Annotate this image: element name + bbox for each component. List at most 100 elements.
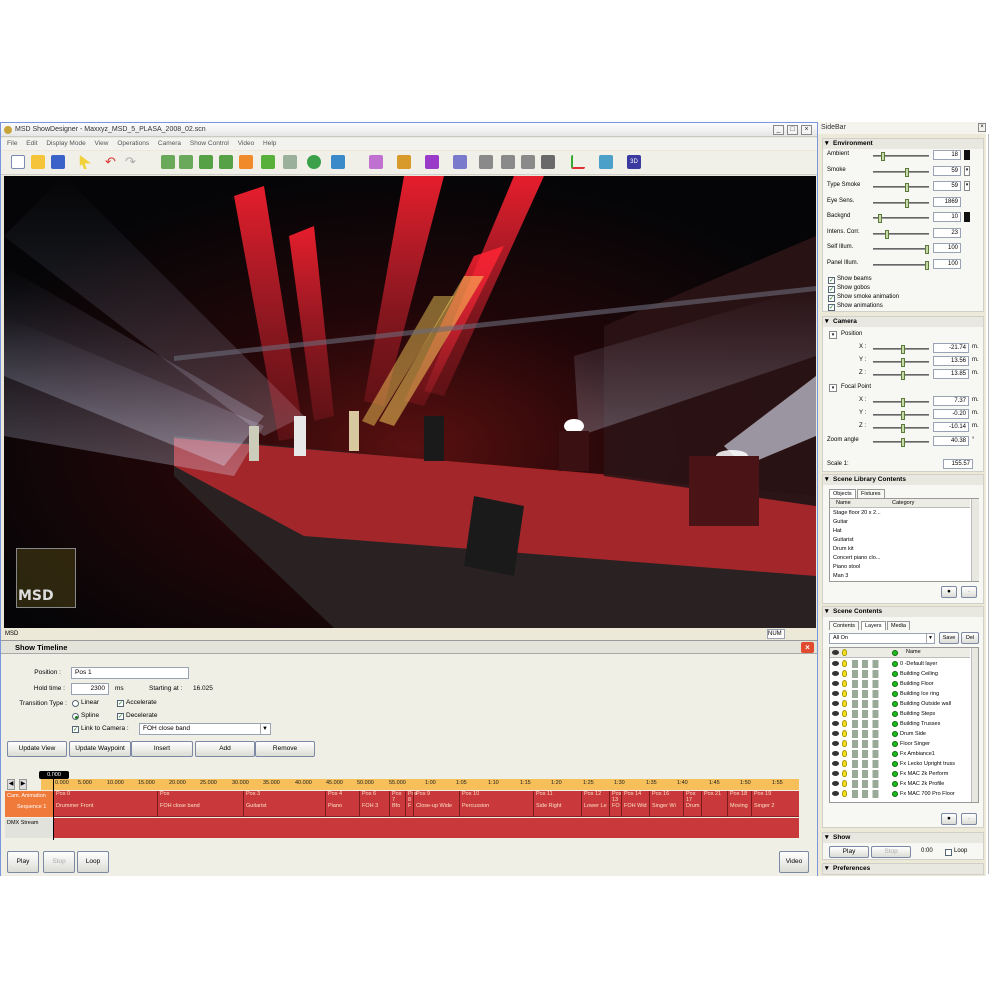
list-item[interactable]: Drum kit — [830, 545, 960, 554]
position-collapse-icon[interactable]: ▾ — [829, 331, 837, 339]
chevron-down-icon[interactable]: ▼ — [260, 724, 269, 734]
pos-x-slider[interactable] — [873, 345, 929, 354]
camera-header[interactable]: Camera — [823, 317, 983, 327]
layer-status-icon[interactable] — [892, 691, 898, 697]
layer-row[interactable]: Drum Side — [830, 729, 960, 739]
timeline-segment[interactable]: Pos 14 FOH Wid — [621, 791, 649, 817]
layer-lock-icons[interactable] — [852, 790, 882, 798]
simulation-icon[interactable] — [599, 155, 613, 169]
ambient-value[interactable]: 18 — [933, 150, 961, 160]
backgnd-color-swatch[interactable] — [964, 212, 970, 222]
beam-icon[interactable] — [479, 155, 493, 169]
refresh-icon[interactable] — [261, 155, 275, 169]
tab-layers[interactable]: Layers — [861, 621, 886, 630]
layer-status-icon[interactable] — [892, 751, 898, 757]
menu-file[interactable]: File — [7, 140, 17, 147]
list-item[interactable]: Hat — [830, 527, 960, 536]
show-header[interactable]: Show — [823, 833, 983, 843]
timeline-segment[interactable]: Pos 12 Lower Le — [581, 791, 609, 817]
show-loop-checkbox[interactable] — [945, 849, 952, 856]
playhead[interactable] — [53, 773, 54, 840]
redo-icon[interactable]: ↷ — [125, 155, 139, 169]
stop-button[interactable]: Stop — [43, 851, 75, 873]
intens-corr-slider[interactable] — [873, 230, 929, 239]
library-add-button[interactable]: ● — [941, 586, 957, 598]
axes-icon[interactable] — [571, 155, 585, 169]
visibility-eye-icon[interactable] — [832, 751, 839, 756]
layer-lock-icons[interactable] — [852, 770, 882, 778]
light-bulb-icon[interactable] — [842, 700, 847, 707]
select-move-icon[interactable] — [161, 155, 175, 169]
timeline-segment[interactable]: Pos FOH close band — [157, 791, 243, 817]
light-bulb-icon[interactable] — [842, 740, 847, 747]
smoke-spin-icon[interactable]: ▾ — [964, 166, 970, 176]
visibility-eye-icon[interactable] — [832, 721, 839, 726]
layers-col-name[interactable]: Name — [906, 649, 921, 655]
layer-row[interactable]: Building Ice ring — [830, 689, 960, 699]
layers-remove-button[interactable]: - — [961, 813, 977, 825]
timeline-segment[interactable]: Pos 8F — [405, 791, 417, 817]
maximize-button[interactable]: □ — [787, 125, 798, 135]
panel-illum-slider[interactable] — [873, 261, 929, 270]
timeline-segment[interactable]: Pos 10 Percussion — [459, 791, 533, 817]
layer-status-icon[interactable] — [892, 701, 898, 707]
camera-animation-track[interactable]: Pos 0 Drummer Front Pos FOH close band Pos… — [53, 791, 799, 817]
visibility-eye-icon[interactable] — [832, 741, 839, 746]
truss-icon[interactable] — [453, 155, 467, 169]
light-bulb-icon[interactable] — [842, 750, 847, 757]
video-button[interactable]: Video — [779, 851, 809, 873]
visibility-eye-icon[interactable] — [832, 661, 839, 666]
layer-row[interactable]: Fx Lecko Upright truss — [830, 759, 960, 769]
timeline-segment[interactable]: Pos 0 Drummer Front — [53, 791, 157, 817]
undo-icon[interactable]: ↶ — [105, 155, 119, 169]
object-icon[interactable] — [425, 155, 439, 169]
scale-value[interactable]: 155.57 — [943, 459, 973, 469]
3d-viewport[interactable]: MSD — [4, 176, 816, 628]
light-bulb-icon[interactable] — [842, 730, 847, 737]
visibility-eye-icon[interactable] — [832, 781, 839, 786]
preferences-header[interactable]: Preferences — [823, 864, 983, 874]
beam-focus-icon[interactable] — [521, 155, 535, 169]
menu-view[interactable]: View — [95, 140, 109, 147]
insert-button[interactable]: Insert — [131, 741, 193, 757]
close-button[interactable]: × — [801, 125, 812, 135]
visibility-eye-icon[interactable] — [832, 711, 839, 716]
layer-lock-icons[interactable] — [852, 730, 882, 738]
light-bulb-icon[interactable] — [842, 660, 847, 667]
light-bulb-icon[interactable] — [842, 790, 847, 797]
list-item[interactable]: Guitarist — [830, 536, 960, 545]
layers-del-button[interactable]: Del — [961, 632, 979, 644]
zoom-angle-slider[interactable] — [873, 438, 929, 447]
type-smoke-value[interactable]: 59 — [933, 181, 961, 191]
timeline-segment[interactable]: Pos 11 Side Right — [533, 791, 581, 817]
list-item[interactable]: Guitar — [830, 518, 960, 527]
timeline-segment[interactable]: Pos 9 Close-up Wide — [413, 791, 459, 817]
scroll-left-icon[interactable]: ◀ — [7, 779, 15, 790]
visibility-eye-icon[interactable] — [832, 791, 839, 796]
sidebar-stop-button[interactable]: Stop — [871, 846, 911, 858]
light-bulb-icon[interactable] — [842, 690, 847, 697]
fixture-add-icon[interactable] — [369, 155, 383, 169]
pointer-arrow-icon[interactable] — [79, 155, 91, 169]
foc-y-value[interactable]: -0.20 — [933, 409, 969, 419]
layer-row[interactable]: 0 -Default layer — [830, 659, 960, 669]
new-file-icon[interactable] — [11, 155, 25, 169]
spline-radio[interactable] — [72, 713, 79, 720]
layers-save-button[interactable]: Save — [939, 632, 959, 644]
chevron-down-icon[interactable]: ▼ — [926, 634, 934, 643]
zoom-angle-value[interactable]: 40.38 — [933, 436, 969, 446]
visibility-eye-icon[interactable] — [832, 691, 839, 696]
layer-status-icon[interactable] — [892, 681, 898, 687]
visibility-eye-icon[interactable] — [832, 731, 839, 736]
layer-filter-select[interactable]: All On ▼ — [829, 633, 935, 644]
loop-button[interactable]: Loop — [77, 851, 109, 873]
rotate-icon[interactable] — [219, 155, 233, 169]
tab-contents[interactable]: Contents — [829, 621, 860, 630]
pos-y-value[interactable]: 13.56 — [933, 356, 969, 366]
foc-x-slider[interactable] — [873, 398, 929, 407]
dmx-stream-track-label[interactable]: DMX Stream — [5, 818, 53, 838]
layer-status-icon[interactable] — [892, 731, 898, 737]
library-col-name[interactable]: Name — [836, 499, 851, 508]
focus-target-icon[interactable] — [239, 155, 253, 169]
hold-time-input[interactable]: 2300 — [71, 683, 109, 695]
